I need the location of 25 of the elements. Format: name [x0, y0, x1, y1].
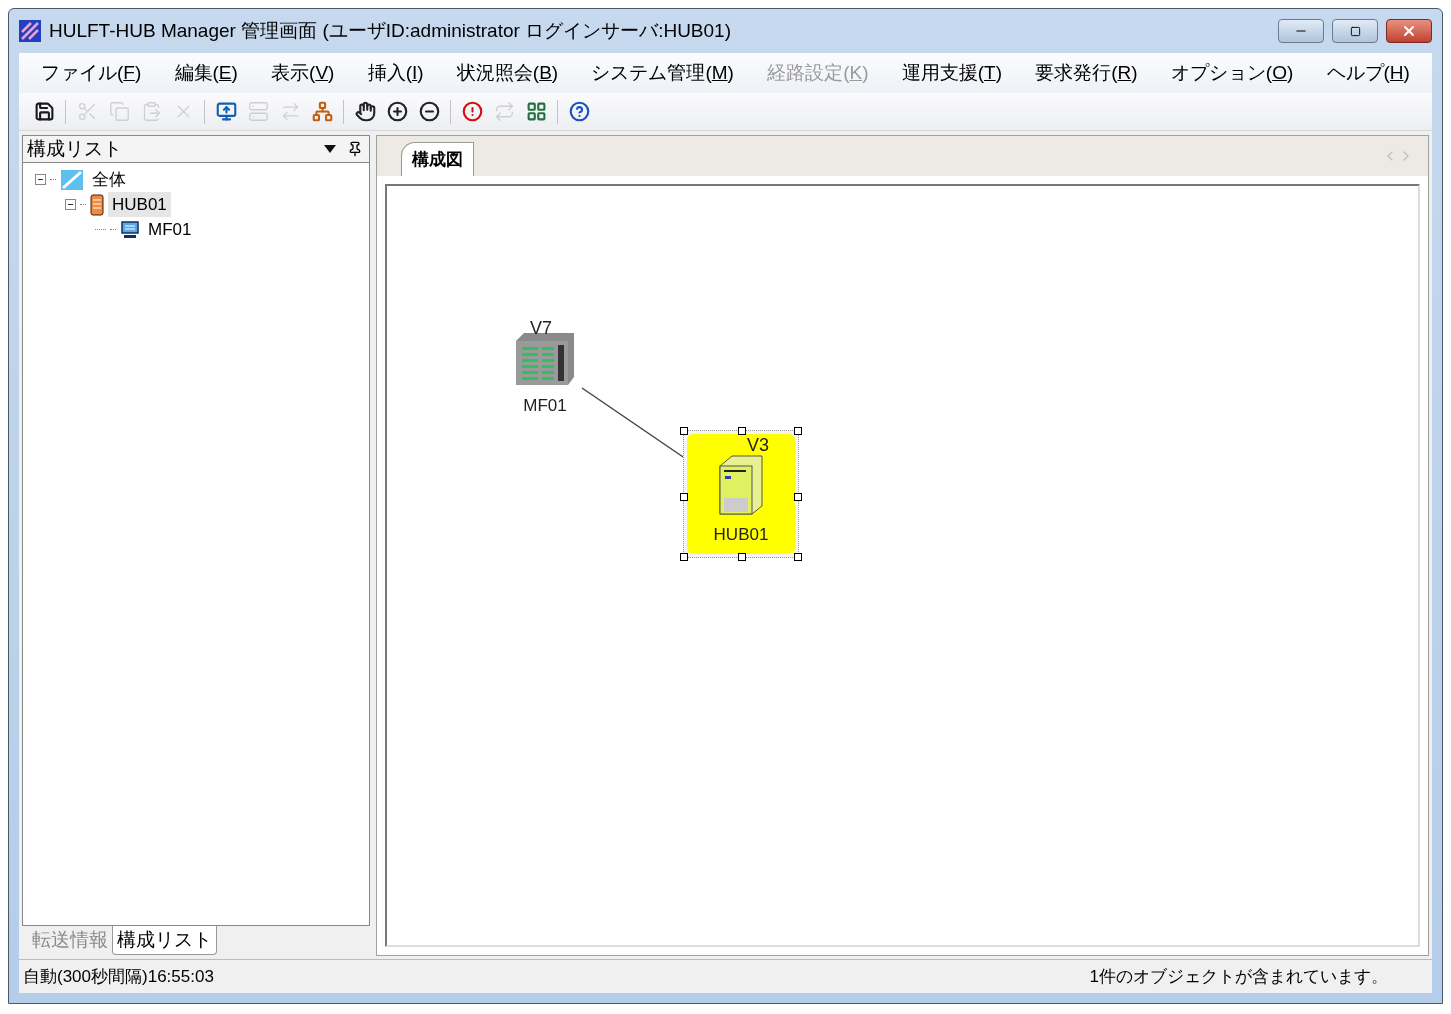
menu-item[interactable]: 編集(E) [174, 58, 238, 88]
node-label: MF01 [523, 395, 567, 418]
window-title: HULFT-HUB Manager 管理画面 (ユーザID:administrator ログインサーバ:HUB01) [49, 18, 732, 43]
tree-item[interactable]: HUB01 [108, 191, 171, 218]
menu-item[interactable]: 挿入(I) [367, 58, 424, 88]
node-label: HUB01 [713, 524, 769, 547]
menu-item[interactable]: システム管理(M) [591, 58, 734, 88]
tree-item[interactable]: MF01 [144, 216, 196, 243]
menu-item[interactable]: 状況照会(B) [456, 58, 559, 88]
tree-item[interactable]: 全体 [88, 166, 130, 193]
menu-item[interactable]: 要求発行(R) [1035, 58, 1138, 88]
menu-item[interactable]: 表示(V) [271, 58, 335, 88]
version-label: V3 [746, 434, 769, 457]
version-label: V7 [529, 317, 552, 341]
status-text: 自動(300秒間隔)16:55:03 [23, 965, 214, 988]
menu-item[interactable]: オプション(O) [1170, 58, 1294, 88]
panel-tab[interactable]: 構成リスト [112, 926, 217, 955]
diagram-node[interactable]: V7 MF01 [487, 304, 603, 432]
selected-node[interactable]: V3 HUB01 [683, 430, 799, 558]
diagram-tab[interactable]: 構成図 [401, 142, 474, 176]
menu-item[interactable]: ヘルプ(H) [1326, 58, 1410, 88]
menu-item[interactable]: 運用支援(T) [901, 58, 1002, 88]
panel-title: 構成リスト [27, 136, 123, 161]
status-text: 1件のオブジェクトが含まれています。 [1089, 965, 1388, 988]
menu-item[interactable]: ファイル(F) [41, 58, 142, 88]
